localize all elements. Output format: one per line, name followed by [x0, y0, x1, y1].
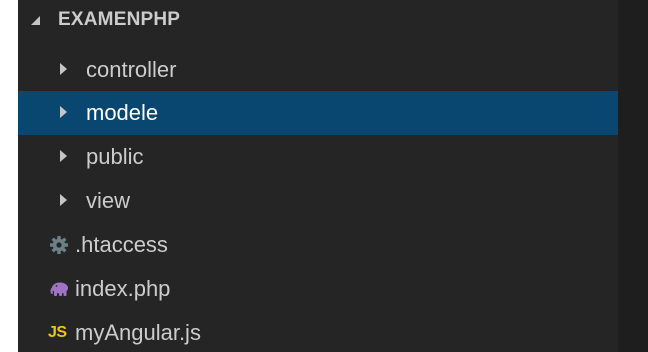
editor-area-edge [618, 0, 648, 352]
tree-item-myangular-js[interactable]: JS myAngular.js [18, 311, 618, 352]
chevron-right-icon[interactable] [60, 106, 67, 118]
tree-item-public[interactable]: public [18, 135, 618, 179]
screenshot-frame: EXAMENPHP controller modele public view [0, 0, 648, 352]
tree-item-label: modele [86, 100, 159, 125]
chevron-right-icon[interactable] [60, 194, 67, 206]
tree-item-index-php[interactable]: index.php [18, 267, 618, 311]
tree-item-view[interactable]: view [18, 179, 618, 223]
file-explorer: EXAMENPHP controller modele public view [18, 0, 618, 352]
tree-item-label: public [86, 144, 144, 169]
explorer-section-header[interactable]: EXAMENPHP [18, 0, 618, 44]
js-icon: JS [48, 324, 67, 341]
project-folder-title: EXAMENPHP [58, 9, 181, 30]
expanded-twisty-icon[interactable] [31, 16, 40, 25]
window-edge [0, 0, 18, 352]
tree-item-label: view [86, 188, 131, 213]
tree-item-label: .htaccess [75, 232, 168, 257]
php-elephant-icon [48, 278, 70, 300]
tree-item-modele[interactable]: modele [18, 91, 618, 135]
chevron-right-icon[interactable] [60, 63, 67, 75]
chevron-right-icon[interactable] [60, 150, 67, 162]
tree-item-controller[interactable]: controller [18, 48, 618, 92]
tree-item-htaccess[interactable]: .htaccess [18, 223, 618, 267]
tree-item-label: controller [86, 57, 177, 82]
tree-item-label: index.php [75, 276, 171, 301]
gear-icon [48, 234, 70, 256]
tree-item-label: myAngular.js [75, 320, 201, 345]
